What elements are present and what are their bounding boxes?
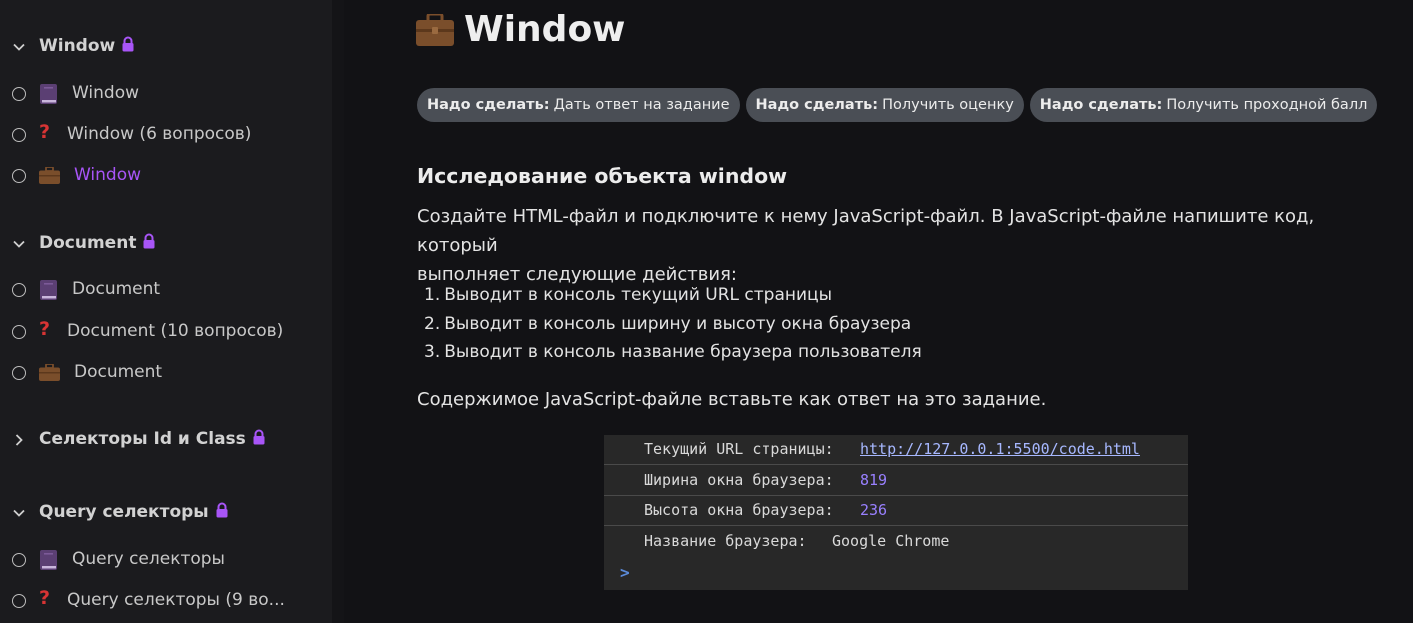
section-title: Query селекторы [39, 502, 209, 522]
sidebar-item-document-task[interactable]: Document [0, 358, 332, 388]
console-key: Ширина окна браузера: [644, 471, 834, 489]
section-title: Window [39, 36, 116, 56]
console-prompt-icon: > [620, 563, 630, 582]
list-item-text: Выводит в консоль название браузера поль… [444, 342, 922, 363]
book-icon [40, 550, 57, 570]
sidebar-item-query-quiz[interactable]: ? Query селекторы (9 во... [0, 586, 332, 616]
sidebar-item-document-quiz[interactable]: ? Document (10 вопросов) [0, 317, 332, 347]
status-circle-icon [12, 169, 26, 183]
list-number: 3. [424, 342, 441, 363]
book-icon [40, 280, 57, 300]
sidebar-item-label: Window (6 вопросов) [67, 124, 252, 144]
section-header-document[interactable]: Document [0, 230, 332, 258]
sidebar-item-query-lesson[interactable]: Query селекторы [0, 545, 332, 575]
console-value: 819 [860, 471, 888, 489]
list-item-text: Выводит в консоль текущий URL страницы [444, 285, 833, 305]
console-row: Текущий URL страницы: http://127.0.0.1:5… [604, 435, 1188, 465]
todo-tag-answer: Надо сделать: Дать ответ на задание [417, 88, 740, 122]
task-intro: Создайте HTML-файл и подключите к нему J… [417, 202, 1392, 289]
sidebar-item-label: Window [74, 165, 142, 185]
console-value: Google Chrome [832, 532, 950, 550]
todo-tag-text: Получить проходной балл [1166, 97, 1368, 113]
list-item: 3. Выводит в консоль название браузера по… [424, 338, 926, 367]
task-steps-list: 1. Выводит в консоль текущий URL страницы… [424, 281, 926, 367]
todo-tag-passing-score: Надо сделать: Получить проходной балл [1029, 88, 1378, 122]
console-row: Название браузера: Google Chrome [604, 527, 1188, 557]
status-circle-icon [12, 594, 26, 608]
briefcase-icon [416, 13, 454, 46]
status-circle-icon [12, 87, 26, 101]
list-item-text: Выводит в консоль ширину и высоту окна б… [444, 313, 912, 334]
todo-tag-text: Дать ответ на задание [553, 97, 730, 113]
section-title: Селекторы Id и Class [39, 429, 246, 449]
question-icon: ? [39, 587, 51, 609]
status-circle-icon [12, 553, 26, 567]
status-circle-icon [12, 366, 26, 380]
console-screenshot: Текущий URL страницы: http://127.0.0.1:5… [604, 435, 1188, 590]
main-content: Window Надо сделать: Дать ответ на задани… [344, 0, 1413, 623]
task-intro-line: Создайте HTML-файл и подключите к нему J… [417, 206, 1315, 256]
briefcase-icon [39, 364, 60, 381]
task-outro: Содержимое JavaScript-файле вставьте как… [417, 389, 1047, 410]
lock-icon [122, 36, 134, 52]
list-item: 2. Выводит в консоль ширину и высоту окна… [424, 310, 926, 339]
todo-tag-prefix: Надо сделать: [427, 97, 550, 113]
todo-tags: Надо сделать: Дать ответ на задание Надо … [417, 88, 1378, 122]
sidebar-item-window-lesson[interactable]: Window [0, 79, 332, 109]
sidebar-item-label: Document [72, 279, 161, 299]
chevron-down-icon [13, 43, 25, 51]
todo-tag-text: Получить оценку [882, 97, 1014, 113]
section-header-query-selectors[interactable]: Query селекторы [0, 499, 332, 527]
sidebar-item-label: Document (10 вопросов) [67, 321, 284, 341]
book-icon [40, 84, 57, 104]
question-icon: ? [39, 318, 51, 340]
lock-icon [253, 429, 265, 445]
section-header-selectors[interactable]: Селекторы Id и Class [0, 426, 332, 454]
console-row: Ширина окна браузера: 819 [604, 466, 1188, 496]
sidebar-item-document-lesson[interactable]: Document [0, 275, 332, 305]
sidebar-item-window-task[interactable]: Window [0, 161, 332, 191]
sidebar-item-label: Query селекторы (9 во... [67, 590, 285, 610]
sidebar-item-label: Document [74, 362, 163, 382]
chevron-right-icon [15, 434, 23, 446]
todo-tag-prefix: Надо сделать: [755, 97, 879, 113]
sidebar-scrollbar-track[interactable] [332, 0, 344, 623]
sidebar-item-label: Query селекторы [72, 549, 225, 569]
lock-icon [216, 502, 228, 518]
page-title: Window [464, 9, 626, 50]
sidebar-item-window-quiz[interactable]: ? Window (6 вопросов) [0, 120, 332, 150]
console-key: Название браузера: [644, 532, 807, 550]
console-key: Высота окна браузера: [644, 501, 834, 519]
chevron-down-icon [13, 509, 25, 517]
list-number: 2. [424, 313, 441, 334]
sidebar: Window Window ? Window (6 вопросов) Wind… [0, 0, 332, 623]
briefcase-icon [39, 167, 60, 184]
question-icon: ? [39, 121, 51, 143]
status-circle-icon [12, 128, 26, 142]
todo-tag-grade: Надо сделать: Получить оценку [745, 88, 1024, 122]
list-number: 1. [424, 285, 441, 305]
sidebar-item-label: Window [72, 83, 140, 103]
section-header-window[interactable]: Window [0, 33, 332, 61]
status-circle-icon [12, 325, 26, 339]
todo-tag-prefix: Надо сделать: [1039, 97, 1163, 113]
list-item: 1. Выводит в консоль текущий URL страницы [424, 281, 926, 310]
console-link[interactable]: http://127.0.0.1:5500/code.html [860, 440, 1140, 458]
task-heading: Исследование объекта window [417, 164, 788, 188]
lock-icon [143, 233, 155, 249]
chevron-down-icon [13, 240, 25, 248]
console-row: Высота окна браузера: 236 [604, 496, 1188, 526]
section-title: Document [39, 233, 137, 253]
console-value: 236 [860, 501, 888, 519]
status-circle-icon [12, 283, 26, 297]
console-key: Текущий URL страницы: [644, 440, 834, 458]
